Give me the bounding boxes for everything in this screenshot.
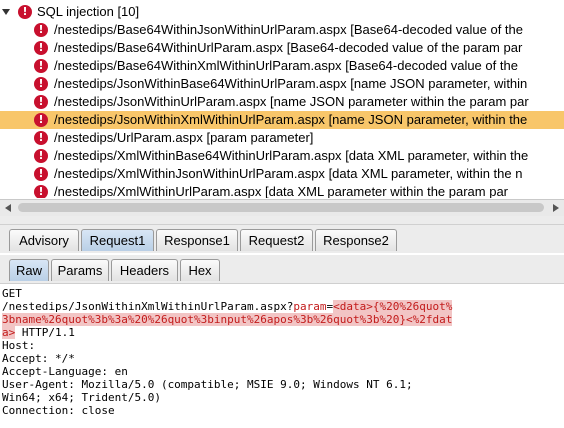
- header-accept-language: Accept-Language: en: [2, 365, 128, 378]
- payload-segment-3: a>: [2, 326, 16, 339]
- view-tab-bar: Raw Params Headers Hex: [0, 255, 564, 283]
- issue-detail: [name JSON parameter, within: [350, 76, 528, 91]
- exclamation-circle-icon: !: [34, 113, 48, 127]
- issue-detail: [param parameter]: [206, 130, 314, 145]
- issue-row[interactable]: ! /nestedips/JsonWithinUrlParam.aspx [nam…: [0, 93, 564, 111]
- issue-detail: [data XML parameter, within the: [345, 148, 529, 163]
- tab-request1[interactable]: Request1: [81, 229, 154, 251]
- issue-path: /nestedips/JsonWithinBase64WithinUrlPara…: [54, 76, 347, 91]
- triangle-down-icon[interactable]: [2, 9, 10, 15]
- scroll-left-button[interactable]: [0, 200, 16, 216]
- tab-response2[interactable]: Response2: [315, 229, 397, 251]
- issue-detail: [name JSON parameter within the param pa…: [270, 94, 529, 109]
- issue-path: /nestedips/XmlWithinUrlParam.aspx: [54, 184, 262, 198]
- issue-path: /nestedips/Base64WithinJsonWithinUrlPara…: [54, 22, 347, 37]
- tab-response1[interactable]: Response1: [156, 229, 238, 251]
- issue-row[interactable]: ! /nestedips/UrlParam.aspx [param paramet…: [0, 129, 564, 147]
- header-user-agent-cont: Win64; x64; Trident/5.0): [2, 391, 161, 404]
- header-user-agent: User-Agent: Mozilla/5.0 (compatible; MSI…: [2, 378, 413, 391]
- issue-label: /nestedips/XmlWithinBase64WithinUrlParam…: [54, 147, 528, 165]
- request-line-end: a> HTTP/1.1: [2, 326, 564, 339]
- request-path: /nestedips/JsonWithinXmlWithinUrlParam.a…: [2, 300, 294, 313]
- issue-row[interactable]: ! /nestedips/XmlWithinBase64WithinUrlPara…: [0, 147, 564, 165]
- issue-row[interactable]: ! /nestedips/JsonWithinXmlWithinUrlParam.…: [0, 111, 564, 129]
- issue-detail: [data XML parameter within the param par: [264, 184, 509, 198]
- issue-label: /nestedips/Base64WithinXmlWithinUrlParam…: [54, 57, 518, 75]
- issue-path: /nestedips/JsonWithinUrlParam.aspx: [54, 94, 267, 109]
- issue-path: /nestedips/UrlParam.aspx: [54, 130, 203, 145]
- issue-detail: [Base64-decoded value of the: [350, 22, 524, 37]
- issue-row[interactable]: ! /nestedips/Base64WithinUrlParam.aspx [B…: [0, 39, 564, 57]
- tab-headers[interactable]: Headers: [111, 259, 178, 281]
- exclamation-circle-icon: !: [34, 95, 48, 109]
- horizontal-scrollbar[interactable]: [0, 199, 564, 216]
- detail-tab-bar: Advisory Request1 Response1 Request2 Res…: [0, 225, 564, 253]
- issue-detail: [Base64-decoded value of the param par: [286, 40, 523, 55]
- issue-label: /nestedips/UrlParam.aspx [param paramete…: [54, 129, 313, 147]
- header-accept: Accept: */*: [2, 352, 75, 365]
- tab-hex[interactable]: Hex: [180, 259, 220, 281]
- issue-label: /nestedips/JsonWithinBase64WithinUrlPara…: [54, 75, 527, 93]
- exclamation-circle-icon: !: [34, 149, 48, 163]
- exclamation-circle-icon: !: [34, 131, 48, 145]
- tab-request2[interactable]: Request2: [240, 229, 313, 251]
- header-connection: Connection: close: [2, 404, 115, 417]
- tab-raw[interactable]: Raw: [9, 259, 49, 281]
- tab-advisory[interactable]: Advisory: [9, 229, 79, 251]
- payload-segment-2: 3bname%26quot%3b%3a%20%26quot%3binput%26…: [2, 313, 453, 326]
- issue-row[interactable]: ! /nestedips/JsonWithinBase64WithinUrlPar…: [0, 75, 564, 93]
- issue-tree[interactable]: ! SQL injection [10] ! /nestedips/Base64W…: [0, 0, 564, 198]
- issue-detail: [Base64-decoded value of the: [345, 58, 518, 73]
- issue-label: /nestedips/Base64WithinUrlParam.aspx [Ba…: [54, 39, 522, 57]
- exclamation-circle-icon: !: [34, 59, 48, 73]
- exclamation-circle-icon: !: [34, 167, 48, 181]
- issue-label: /nestedips/JsonWithinXmlWithinUrlParam.a…: [54, 111, 527, 129]
- issue-label: /nestedips/XmlWithinJsonWithinUrlParam.a…: [54, 165, 522, 183]
- arrow-right-icon: [553, 204, 559, 212]
- issue-row[interactable]: ! /nestedips/XmlWithinUrlParam.aspx [data…: [0, 183, 564, 198]
- payload-segment-1: <data>{%20%26quot%: [333, 300, 453, 313]
- issue-label: /nestedips/JsonWithinUrlParam.aspx [name…: [54, 93, 529, 111]
- issue-detail: [name JSON parameter, within the: [328, 112, 528, 127]
- request-line: /nestedips/JsonWithinXmlWithinUrlParam.a…: [2, 300, 564, 313]
- issue-label: /nestedips/XmlWithinUrlParam.aspx [data …: [54, 183, 508, 198]
- http-version: HTTP/1.1: [15, 326, 75, 339]
- issue-path: /nestedips/XmlWithinBase64WithinUrlParam…: [54, 148, 342, 163]
- exclamation-circle-icon: !: [34, 41, 48, 55]
- request-method: GET: [2, 287, 22, 300]
- header-host: Host:: [2, 339, 36, 352]
- request-line-cont: 3bname%26quot%3b%3a%20%26quot%3binput%26…: [2, 313, 564, 326]
- exclamation-circle-icon: !: [18, 5, 32, 19]
- raw-request-editor[interactable]: GET /nestedips/JsonWithinXmlWithinUrlPar…: [0, 283, 564, 428]
- param-name: param: [293, 300, 327, 313]
- split-pane-divider[interactable]: [0, 216, 564, 225]
- exclamation-circle-icon: !: [34, 23, 48, 37]
- issue-row[interactable]: ! /nestedips/Base64WithinJsonWithinUrlPar…: [0, 21, 564, 39]
- category-label: SQL injection [10]: [37, 4, 140, 19]
- arrow-left-icon: [5, 204, 11, 212]
- issue-detail: [data XML parameter, within the n: [328, 166, 523, 181]
- scrollbar-thumb[interactable]: [18, 203, 544, 212]
- issue-row[interactable]: ! /nestedips/Base64WithinXmlWithinUrlPara…: [0, 57, 564, 75]
- tree-category-sql-injection[interactable]: ! SQL injection [10]: [0, 3, 564, 21]
- issue-path: /nestedips/Base64WithinXmlWithinUrlParam…: [54, 58, 342, 73]
- exclamation-circle-icon: !: [34, 77, 48, 91]
- issue-row[interactable]: ! /nestedips/XmlWithinJsonWithinUrlParam.…: [0, 165, 564, 183]
- tab-params[interactable]: Params: [51, 259, 109, 281]
- issue-path: /nestedips/XmlWithinJsonWithinUrlParam.a…: [54, 166, 325, 181]
- scroll-right-button[interactable]: [548, 200, 564, 216]
- issue-label: /nestedips/Base64WithinJsonWithinUrlPara…: [54, 21, 523, 39]
- issue-path: /nestedips/JsonWithinXmlWithinUrlParam.a…: [54, 112, 325, 127]
- exclamation-circle-icon: !: [34, 185, 48, 198]
- issue-path: /nestedips/Base64WithinUrlParam.aspx: [54, 40, 284, 55]
